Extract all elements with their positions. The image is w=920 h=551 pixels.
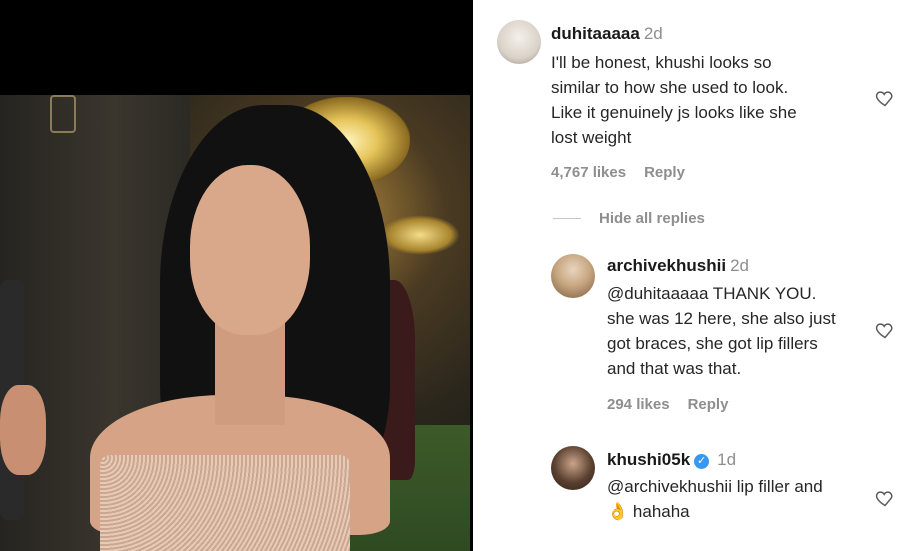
reply-item: archivekhushii 2d @duhitaaaaa THANK YOU. … [473,240,920,430]
avatar[interactable] [551,254,595,298]
comment-line-text: hahaha [632,502,690,521]
hide-replies-divider [553,218,581,219]
comment-text: @duhitaaaaa THANK YOU. she was 12 here, … [607,281,836,381]
photo-subject-dress [100,455,350,551]
comment-meta: 294 likes Reply [607,396,746,413]
comment-item: duhitaaaaa 2d I'll be honest, khushi look… [473,0,920,200]
avatar[interactable] [497,20,541,64]
comment-meta: 4,767 likes Reply [551,164,703,181]
comment-time: 2d [730,256,749,275]
comment-line: lost weight [551,128,632,147]
comment-line: @archivekhushii lip filler and [607,477,823,496]
comment-header: archivekhushii 2d [607,256,749,276]
comment-time: 1d [717,450,737,469]
hide-replies-button[interactable]: Hide all replies [599,210,705,227]
comment-text: I'll be honest, khushi looks so similar … [551,50,797,150]
heart-icon[interactable] [875,488,895,508]
likes-count[interactable]: 4,767 likes [551,164,626,181]
comment-header: khushi05k ✓ 1d [607,450,736,470]
comment-text: @archivekhushii lip filler and 👌 hahaha [607,474,823,524]
photo-chandelier-small [380,215,460,255]
reply-button[interactable]: Reply [644,164,685,181]
comment-line: got braces, she got lip fillers [607,334,818,353]
comment-line: 👌 hahaha [607,499,823,524]
likes-count[interactable]: 294 likes [607,396,670,413]
photo-subject-face [190,165,310,335]
comment-line: and that was that. [607,359,742,378]
photo-hand [0,385,46,475]
verified-badge-icon: ✓ [694,454,710,469]
comment-line: Like it genuinely js looks like she [551,103,797,122]
photo-backdrop-logo [50,95,76,133]
reply-item: khushi05k ✓ 1d @archivekhushii lip filler … [473,440,920,550]
comment-username[interactable]: duhitaaaaa [551,24,640,43]
comment-username[interactable]: khushi05k [607,450,690,469]
comment-line: she was 12 here, she also just [607,309,836,328]
comment-header: duhitaaaaa 2d [551,24,663,44]
comment-line: @duhitaaaaa THANK YOU. [607,284,817,303]
emoji: 👌 [607,502,629,521]
comments-panel: duhitaaaaa 2d I'll be honest, khushi look… [473,0,920,551]
heart-icon[interactable] [875,88,895,108]
comment-line: similar to how she used to look. [551,78,789,97]
comment-line: I'll be honest, khushi looks so [551,53,772,72]
avatar[interactable] [551,446,595,490]
comment-username[interactable]: archivekhushii [607,256,726,275]
reply-button[interactable]: Reply [688,396,729,413]
comment-time: 2d [643,24,663,43]
heart-icon[interactable] [875,320,895,340]
photo [0,95,470,551]
